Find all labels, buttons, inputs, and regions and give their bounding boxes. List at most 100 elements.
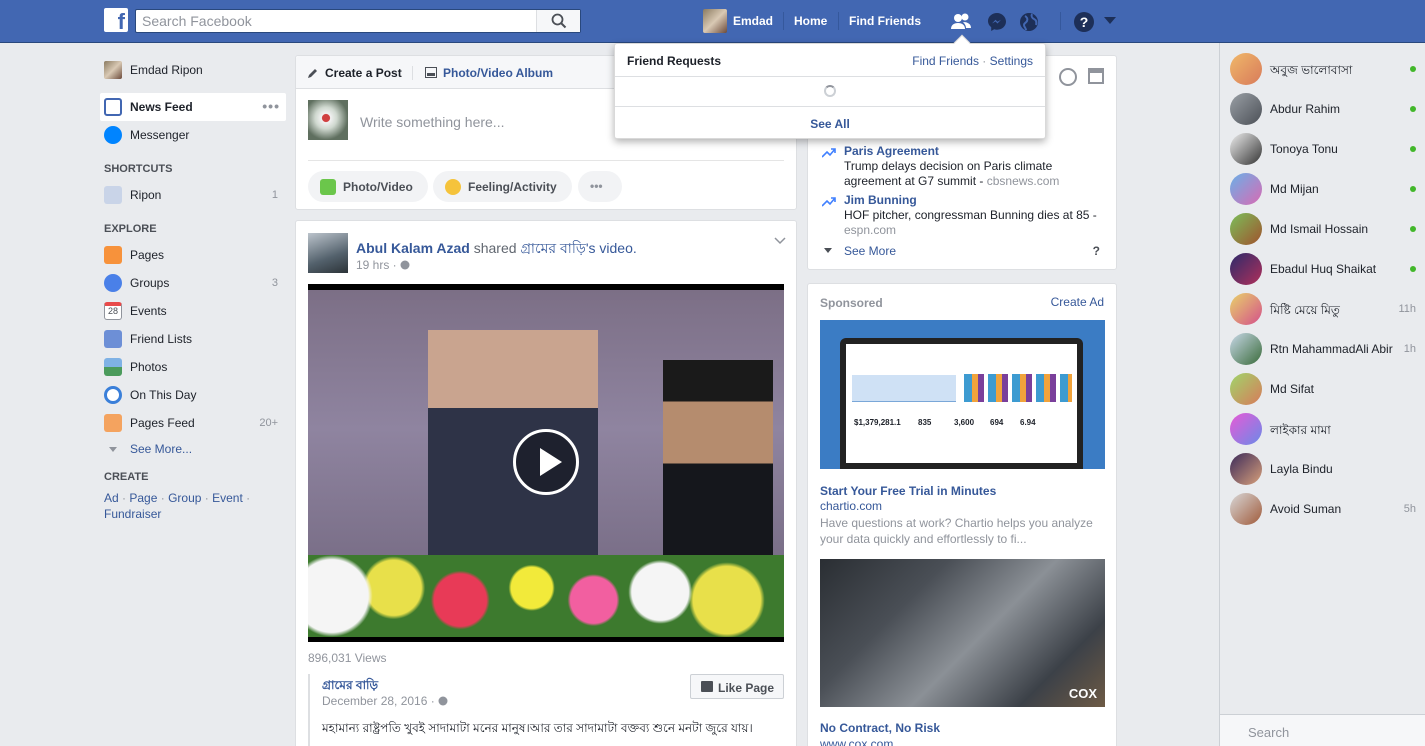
chat-contact[interactable]: মিষ্টি মেয়ে মিতু 11h: [1220, 289, 1425, 329]
profile-avatar[interactable]: [703, 9, 727, 33]
chat-contact[interactable]: Rtn MahammadAli Abir 1h: [1220, 329, 1425, 369]
home-link[interactable]: Home: [794, 14, 827, 28]
dashboard-metric: 835: [918, 418, 932, 427]
nav-see-more[interactable]: See More...: [100, 437, 286, 461]
nav-label: Pages Feed: [130, 416, 195, 430]
explore-heading: EXPLORE: [104, 223, 157, 235]
nav-profile[interactable]: Emdad Ripon: [100, 58, 286, 82]
create-ad-link[interactable]: Create Ad: [1051, 295, 1104, 309]
ad-domain[interactable]: www.cox.com: [820, 737, 893, 746]
chat-contact[interactable]: অবুজ ভালোবাসা: [1220, 49, 1425, 89]
author-avatar[interactable]: [308, 233, 348, 273]
soccer-ball-icon[interactable]: [1059, 68, 1077, 86]
nav-events[interactable]: 28 Events: [100, 299, 286, 323]
nav-pages[interactable]: Pages: [100, 243, 286, 267]
ad-image[interactable]: COX: [820, 559, 1105, 707]
chat-contact[interactable]: লাইকার মামা: [1220, 409, 1425, 449]
avatar: [1230, 93, 1262, 125]
like-page-button[interactable]: Like Page: [690, 674, 784, 699]
ad-title[interactable]: Start Your Free Trial in Minutes: [820, 484, 996, 498]
video-player[interactable]: [308, 284, 784, 642]
help-icon[interactable]: ?: [1073, 11, 1095, 33]
tab-photo-album[interactable]: Photo/Video Album: [443, 66, 553, 80]
nav-on-this-day[interactable]: On This Day: [100, 383, 286, 407]
trend-description: HOF pitcher, congressman Bunning dies at…: [844, 208, 1104, 238]
nav-messenger[interactable]: Messenger: [100, 123, 286, 147]
top-bar: f Emdad Home Find Friends ?: [0, 0, 1425, 43]
facebook-logo[interactable]: f: [104, 8, 128, 34]
create-group-link[interactable]: Group: [168, 491, 201, 505]
shared-content: গ্রামের বাড়ি December 28, 2016 · Like P…: [308, 674, 784, 746]
nav-label: Friend Lists: [130, 332, 193, 346]
post-timestamp[interactable]: 19 hrs ·: [356, 258, 410, 272]
nav-news-feed[interactable]: News Feed •••: [100, 93, 286, 121]
chat-search-field[interactable]: Search: [1220, 714, 1425, 746]
contact-name: Tonoya Tonu: [1270, 142, 1338, 156]
chat-contact[interactable]: Md Sifat: [1220, 369, 1425, 409]
create-fundraiser-link[interactable]: Fundraiser: [104, 507, 161, 521]
nav-photos[interactable]: Photos: [100, 355, 286, 379]
help-icon[interactable]: ?: [1093, 244, 1100, 258]
chat-contact[interactable]: Md Mijan: [1220, 169, 1425, 209]
create-page-link[interactable]: Page: [129, 491, 157, 505]
create-ad-link[interactable]: Ad: [104, 491, 119, 505]
create-event-link[interactable]: Event: [212, 491, 243, 505]
ad-image[interactable]: $1,379,281.1 835 3,600 694 6.94: [820, 320, 1105, 469]
tab-create-post[interactable]: Create a Post: [325, 66, 402, 80]
friend-requests-icon[interactable]: [950, 11, 972, 33]
divider: [838, 12, 839, 30]
link-separator: ·: [201, 491, 213, 505]
find-friends-link[interactable]: Find Friends: [912, 54, 979, 68]
nav-pages-feed[interactable]: Pages Feed 20+: [100, 411, 286, 435]
nav-friend-lists[interactable]: Friend Lists: [100, 327, 286, 351]
more-options-icon[interactable]: •••: [262, 98, 280, 114]
globe-icon[interactable]: [1018, 11, 1040, 33]
more-options-button[interactable]: •••: [578, 171, 622, 202]
shared-page-link[interactable]: গ্রামের বাড়ি: [520, 240, 585, 256]
shortcut-count: 1: [271, 189, 278, 201]
shared-suffix[interactable]: 's video.: [586, 240, 637, 256]
online-indicator: [1410, 106, 1416, 112]
chat-contact[interactable]: Layla Bindu: [1220, 449, 1425, 489]
trend-title[interactable]: Jim Bunning: [844, 193, 917, 207]
ad-domain[interactable]: chartio.com: [820, 499, 882, 513]
nav-groups[interactable]: Groups 3: [100, 271, 286, 295]
dashboard-metric: 6.94: [1020, 418, 1036, 427]
ad-title[interactable]: No Contract, No Risk: [820, 721, 940, 735]
chevron-down-icon: [109, 447, 117, 452]
nav-shortcut-ripon[interactable]: Ripon 1: [100, 183, 286, 207]
trending-see-more[interactable]: See More: [844, 244, 896, 258]
search-button[interactable]: [536, 10, 580, 32]
create-heading: CREATE: [104, 471, 149, 483]
friend-requests-dropdown: Friend Requests Find Friends · Settings …: [614, 34, 1046, 139]
clock-icon: [104, 386, 122, 404]
chat-contact[interactable]: Abdur Rahim: [1220, 89, 1425, 129]
trend-title[interactable]: Paris Agreement: [844, 144, 939, 158]
dropdown-header: Friend Requests Find Friends · Settings: [615, 44, 1045, 77]
online-indicator: [1410, 266, 1416, 272]
messenger-icon[interactable]: [986, 11, 1008, 33]
chat-contact[interactable]: Md Ismail Hossain: [1220, 209, 1425, 249]
contact-name: Md Mijan: [1270, 182, 1319, 196]
author-name[interactable]: Abul Kalam Azad: [356, 240, 470, 256]
find-friends-link[interactable]: Find Friends: [849, 14, 921, 28]
search-box[interactable]: [135, 9, 581, 33]
see-all-link[interactable]: See All: [615, 106, 1045, 138]
settings-link[interactable]: Settings: [990, 54, 1033, 68]
avatar: [1230, 293, 1262, 325]
trending-arrow-icon: [822, 197, 836, 207]
chat-contact[interactable]: Tonoya Tonu: [1220, 129, 1425, 169]
search-input[interactable]: [136, 10, 531, 32]
feeling-activity-button[interactable]: Feeling/Activity: [433, 171, 572, 202]
chat-search-placeholder: Search: [1248, 725, 1290, 740]
caret-down-icon[interactable]: [1104, 17, 1116, 25]
profile-link[interactable]: Emdad: [733, 14, 773, 28]
post-options-chevron-icon[interactable]: [774, 237, 786, 245]
clapperboard-icon[interactable]: [1088, 68, 1104, 84]
chat-contact[interactable]: Avoid Suman 5h: [1220, 489, 1425, 529]
photo-video-button[interactable]: Photo/Video: [308, 171, 428, 202]
contact-name: Ebadul Huq Shaikat: [1270, 262, 1377, 276]
play-button-icon[interactable]: [513, 429, 579, 495]
composer-input[interactable]: Write something here...: [360, 114, 504, 130]
chat-contact[interactable]: Ebadul Huq Shaikat: [1220, 249, 1425, 289]
